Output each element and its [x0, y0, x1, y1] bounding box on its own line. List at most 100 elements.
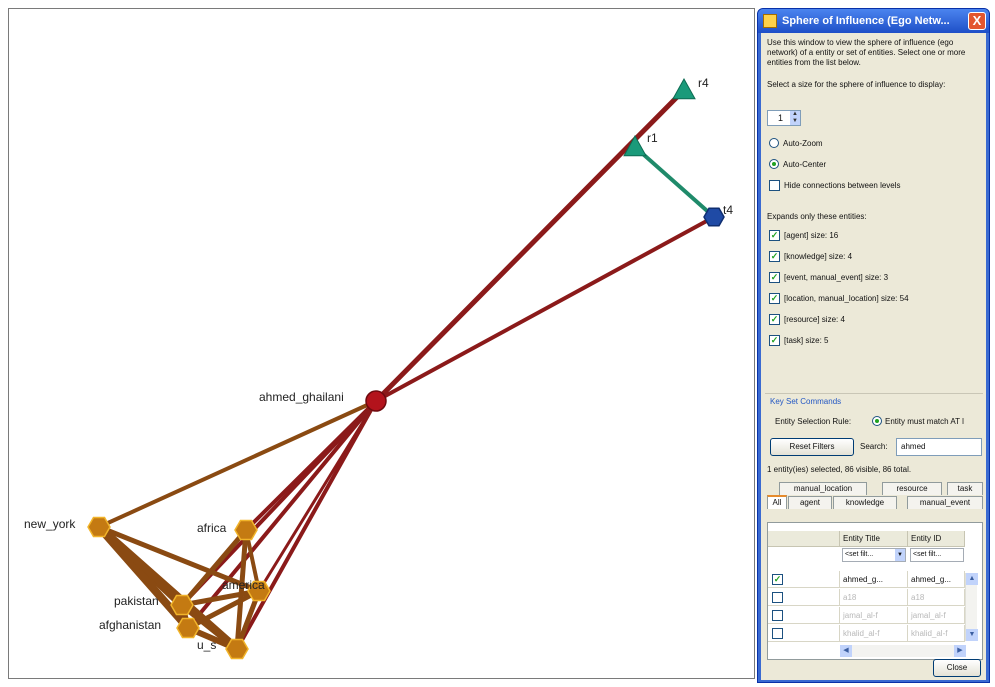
tab-manual-location[interactable]: manual_location	[779, 482, 867, 495]
node-africa[interactable]	[234, 519, 258, 541]
entity-title-cell: a18	[840, 589, 908, 606]
id-filter-value: <set filt...	[913, 551, 942, 558]
scroll-up-icon[interactable]: ▲	[966, 573, 978, 585]
sphere-of-influence-window: Sphere of Influence (Ego Netw... X Use t…	[757, 8, 990, 683]
entity-filter-label: [knowledge] size: 4	[784, 252, 853, 261]
tab-task[interactable]: task	[947, 482, 983, 495]
graph-canvas[interactable]: ahmed_ghailani r4 r1 t4 new_york africa pakist…	[8, 8, 755, 679]
scroll-right-icon[interactable]: ▶	[954, 645, 966, 657]
edge-ahmed_ghailani-new_york[interactable]	[97, 399, 378, 529]
node-pakistan[interactable]	[170, 594, 194, 616]
node-ahmed_ghailani[interactable]	[365, 390, 387, 412]
chevron-down-icon[interactable]: ▼	[895, 549, 905, 561]
node-label-r4: r4	[698, 76, 709, 90]
window-app-icon	[763, 14, 777, 28]
selection-rule-radio[interactable]	[872, 416, 882, 426]
entity-filter-checkbox[interactable]: ✓	[769, 293, 780, 304]
node-label-america: america	[222, 578, 265, 592]
title-filter-value: <set filt...	[845, 551, 874, 558]
tab-all[interactable]: All	[767, 495, 787, 509]
size-prompt: Select a size for the sphere of influenc…	[767, 80, 946, 89]
node-label-ahmed_ghailani: ahmed_ghailani	[259, 390, 344, 404]
vertical-scrollbar[interactable]: ▲ ▼	[965, 573, 978, 641]
search-input[interactable]: ahmed	[896, 438, 982, 456]
spinner-arrows-icon[interactable]: ▲ ▼	[790, 111, 800, 125]
scroll-left-icon[interactable]: ◀	[840, 645, 852, 657]
node-label-u_s: u_s	[197, 638, 216, 652]
status-text: 1 entity(ies) selected, 86 visible, 86 t…	[767, 465, 912, 474]
sphere-size-spinner[interactable]: 1 ▲ ▼	[767, 110, 801, 126]
entity-title-cell: khalid_al-f	[840, 625, 908, 642]
edge-ahmed_ghailani-r4[interactable]	[373, 87, 687, 404]
close-window-button[interactable]: X	[968, 12, 986, 30]
expands-label: Expands only these entities:	[767, 212, 867, 221]
search-label: Search:	[860, 442, 888, 451]
window-title: Sphere of Influence (Ego Netw...	[782, 15, 950, 27]
edge-r1-t4[interactable]	[633, 145, 716, 219]
table-header-id[interactable]: Entity ID	[908, 531, 965, 547]
node-label-pakistan: pakistan	[114, 594, 159, 608]
title-filter-select[interactable]: <set filt... ▼	[842, 548, 906, 562]
node-label-afghanistan: afghanistan	[99, 618, 161, 632]
sphere-size-value: 1	[778, 113, 784, 123]
scroll-down-icon[interactable]: ▼	[966, 629, 978, 641]
row-checkbox[interactable]	[772, 610, 783, 621]
id-filter-select[interactable]: <set filt...	[910, 548, 964, 562]
row-select-cell	[768, 607, 840, 624]
entity-filter-label: [location, manual_location] size: 54	[784, 294, 909, 303]
entity-id-cell: a18	[908, 589, 965, 606]
selection-rule-label: Entity Selection Rule:	[775, 417, 852, 426]
entity-id-cell: jamal_al-f	[908, 607, 965, 624]
window-body: Use this window to view the sphere of in…	[761, 33, 986, 680]
auto-center-radio[interactable]	[769, 159, 779, 169]
entity-filter-label: [resource] size: 4	[784, 315, 845, 324]
row-checkbox[interactable]	[772, 628, 783, 639]
tab-resource[interactable]: resource	[882, 482, 942, 495]
table-header-title[interactable]: Entity Title	[840, 531, 908, 547]
node-label-r1: r1	[647, 131, 658, 145]
entity-filter-label: [task] size: 5	[784, 336, 829, 345]
node-r4[interactable]	[672, 77, 696, 100]
node-label-t4: t4	[723, 203, 733, 217]
entity-title-cell: ahmed_g...	[840, 571, 908, 588]
entity-filter-label: [agent] size: 16	[784, 231, 839, 240]
edge-ahmed_ghailani-t4[interactable]	[374, 215, 716, 403]
edge-ahmed_ghailani-afghanistan[interactable]	[186, 399, 378, 630]
selection-rule-value: Entity must match AT l	[885, 417, 964, 426]
divider	[765, 393, 983, 394]
network-graph[interactable]: ahmed_ghailani r4 r1 t4 new_york africa pakist…	[9, 9, 756, 680]
window-titlebar[interactable]: Sphere of Influence (Ego Netw... X	[758, 9, 989, 33]
entity-filter-checkbox[interactable]: ✓	[769, 230, 780, 241]
horizontal-scrollbar[interactable]: ◀ ▶	[840, 645, 966, 657]
entity-filter-label: [event, manual_event] size: 3	[784, 273, 889, 282]
row-checkbox[interactable]: ✓	[772, 574, 783, 585]
row-select-cell	[768, 625, 840, 642]
row-checkbox[interactable]	[772, 592, 783, 603]
entity-title-cell: jamal_al-f	[840, 607, 908, 624]
auto-zoom-radio[interactable]	[769, 138, 779, 148]
close-button[interactable]: Close	[933, 659, 981, 677]
node-afghanistan[interactable]	[176, 617, 200, 639]
auto-zoom-label: Auto-Zoom	[783, 139, 823, 148]
node-u_s[interactable]	[225, 638, 249, 660]
table-header-select	[768, 531, 840, 547]
tab-manual-event[interactable]: manual_event	[907, 496, 983, 509]
node-t4[interactable]	[703, 207, 725, 227]
entity-filter-checkbox[interactable]: ✓	[769, 251, 780, 262]
tab-agent[interactable]: agent	[788, 496, 832, 509]
reset-filters-button[interactable]: Reset Filters	[770, 438, 854, 456]
entity-filter-checkbox[interactable]: ✓	[769, 335, 780, 346]
entity-filter-checkbox[interactable]: ✓	[769, 272, 780, 283]
row-select-cell	[768, 589, 840, 606]
row-select-cell: ✓	[768, 571, 840, 588]
node-label-africa: africa	[197, 521, 227, 535]
auto-center-label: Auto-Center	[783, 160, 827, 169]
node-new_york[interactable]	[87, 516, 111, 538]
node-label-new_york: new_york	[24, 517, 76, 531]
key-set-commands-heading: Key Set Commands	[770, 397, 842, 406]
entity-filter-checkbox[interactable]: ✓	[769, 314, 780, 325]
entity-id-cell: ahmed_g...	[908, 571, 965, 588]
hide-connections-checkbox[interactable]	[769, 180, 780, 191]
entity-table: Entity Title Entity ID <set filt... ▼ <s…	[767, 522, 983, 660]
tab-knowledge[interactable]: knowledge	[833, 496, 897, 509]
